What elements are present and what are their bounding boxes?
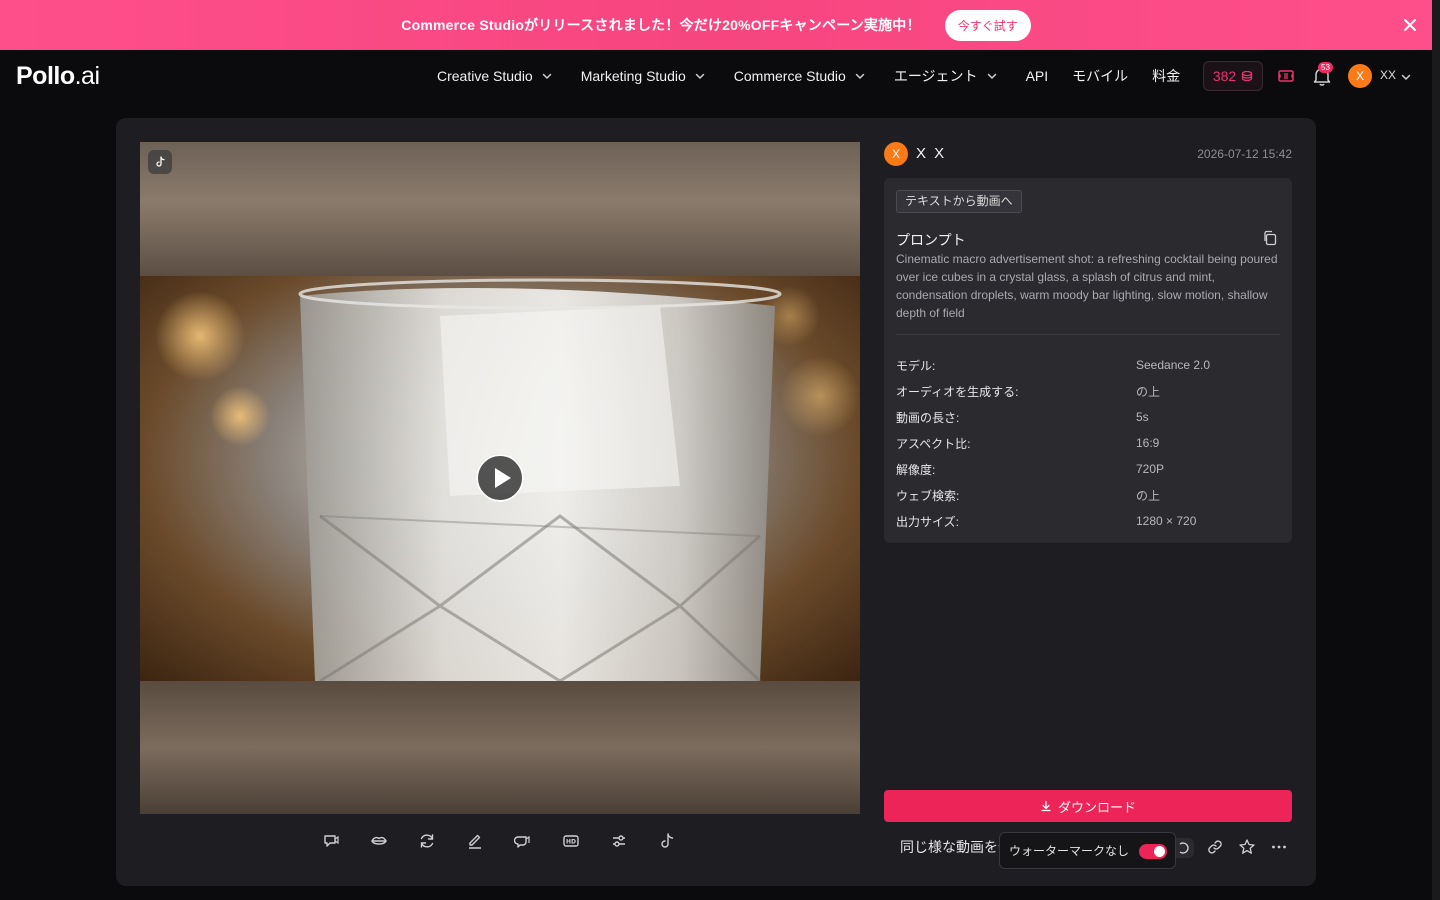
video-toolbar: HD [322,832,676,854]
param-value: の上 [1136,488,1161,503]
param-label: 解像度: [896,462,936,477]
top-nav: Pollo.ai Creative Studio Marketing Studio… [0,50,1432,102]
nav-item-label: Marketing Studio [580,68,686,84]
notification-badge: 53 [1318,62,1333,73]
mode-tag: テキストから動画へ [896,190,1022,213]
param-row: 解像度: 720P [896,456,1280,482]
video-blur-bottom [140,681,860,814]
nav-item-label: エージェント [893,68,978,84]
param-value: の上 [1136,384,1161,399]
param-label: 出力サイズ: [896,514,959,529]
nav-item-label: Commerce Studio [733,68,846,84]
param-row: 動画の長さ: 5s [896,404,1280,430]
edit-icon[interactable] [466,832,484,850]
nav-item-label: Creative Studio [437,68,533,84]
param-label: オーディオを生成する: [896,384,1019,399]
nav-menu: Creative Studio Marketing Studio Commerce … [437,50,1204,102]
nav-item-label: API [1025,68,1049,84]
nav-item-1[interactable]: Marketing Studio [581,68,706,84]
nav-item-label: モバイル [1072,68,1129,84]
param-value: 1280 × 720 [1136,514,1197,528]
param-value: 5s [1136,410,1149,424]
nav-item-0[interactable]: Creative Studio [437,68,553,84]
more-icon[interactable] [1270,838,1288,856]
nav-item-label: 料金 [1152,68,1181,84]
regenerate-icon[interactable] [418,832,436,850]
nav-item-5[interactable]: モバイル [1072,66,1128,86]
chevron-down-icon [695,73,705,80]
try-now-button[interactable]: 今すぐ試す [944,9,1031,41]
extend-video-icon[interactable] [322,832,340,850]
tiktok-icon[interactable] [148,150,172,174]
param-value: Seedance 2.0 [1136,358,1211,372]
close-icon[interactable] [1400,15,1420,35]
author-avatar[interactable]: X [884,142,908,166]
chevron-down-icon [987,73,996,80]
svg-text:HD: HD [566,839,576,846]
ticket-icon[interactable] [1276,66,1296,86]
download-icon [1041,800,1051,812]
nav-item-2[interactable]: Commerce Studio [734,68,866,84]
toggle-knob [1154,846,1165,857]
scrollbar[interactable] [1432,0,1440,900]
nav-item-6[interactable]: 料金 [1152,66,1180,86]
watermark-popover: ウォーターマークなし [999,832,1176,869]
param-label: アスペクト比: [896,436,971,451]
user-name[interactable]: XX [1380,68,1396,82]
adjust-icon[interactable] [610,832,628,850]
create-similar-button[interactable]: 同じ様な動画を作る [900,837,1000,857]
divider [896,334,1280,335]
param-row: オーディオを生成する: の上 [896,378,1280,404]
param-row: モデル: Seedance 2.0 [896,352,1280,378]
nav-item-4[interactable]: API [1026,68,1049,84]
param-value: 16:9 [1136,436,1160,450]
chevron-down-icon [855,73,865,80]
link-icon[interactable] [1206,838,1224,856]
param-label: ウェブ検索: [896,488,960,503]
video-to-video-icon[interactable] [513,832,532,850]
coin-icon [1242,70,1253,82]
watermark-toggle[interactable] [1139,844,1167,859]
watermark-label: ウォーターマークなし [1009,844,1130,858]
param-label: 動画の長さ: [896,410,960,425]
credits-badge[interactable]: 382 [1203,61,1263,91]
prompt-text: Cinematic macro advertisement shot: a re… [896,252,1278,320]
prompt-title: プロンプト [896,232,966,248]
video-blur-top [140,142,860,276]
created-date: 2026-07-12 15:42 [1197,147,1292,161]
param-row: 出力サイズ: 1280 × 720 [896,508,1280,534]
logo[interactable]: Pollo.ai [16,62,100,91]
nav-item-3[interactable]: エージェント [894,66,998,86]
param-row: アスペクト比: 16:9 [896,430,1280,456]
avatar[interactable]: X [1348,64,1372,88]
play-icon[interactable] [476,454,524,502]
logo-suffix: .ai [74,62,100,90]
param-label: モデル: [896,358,936,373]
promo-banner: Commerce Studioがリリースされました！今だけ20%OFFキャンペー… [0,0,1432,50]
copy-icon[interactable] [1262,230,1278,246]
download-label: ダウンロード [1057,799,1136,815]
param-list: モデル: Seedance 2.0 オーディオを生成する: の上 動画の長さ: 5s アスペ… [896,352,1280,534]
tiktok-share-icon[interactable] [658,832,676,850]
banner-text: Commerce Studioがリリースされました！今だけ20%OFFキャンペー… [401,17,921,33]
param-row: ウェブ検索: の上 [896,482,1280,508]
download-button[interactable]: ダウンロード [884,790,1292,822]
author-name[interactable]: X X [916,145,946,162]
lip-sync-icon[interactable] [370,832,388,850]
chevron-down-icon [542,73,551,80]
hd-upscale-icon[interactable]: HD [562,832,580,850]
param-value: 720P [1136,462,1165,476]
logo-text: Pollo [16,62,75,90]
chevron-down-icon[interactable] [1400,70,1412,82]
star-icon[interactable] [1238,838,1256,856]
credits-count: 382 [1212,68,1237,84]
reuse-button-tail[interactable] [1176,838,1194,858]
